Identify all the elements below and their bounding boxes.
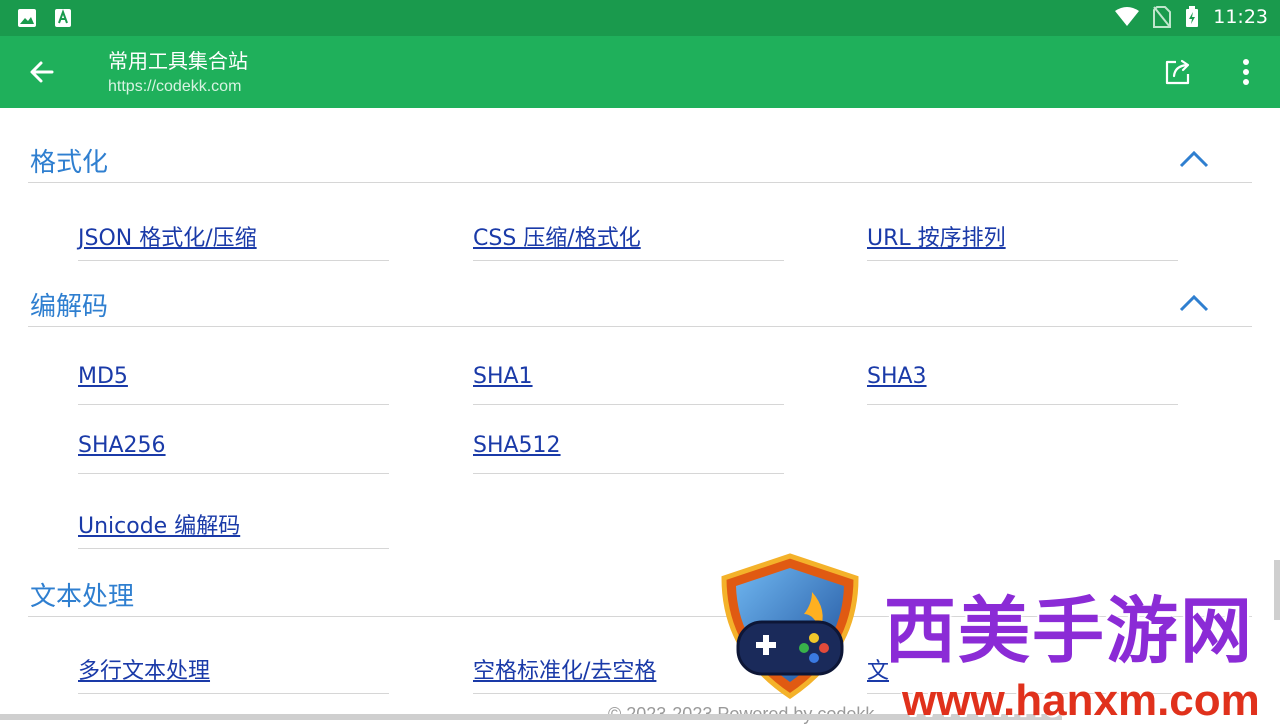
back-button[interactable] (20, 50, 64, 94)
tool-link[interactable]: 多行文本处理 (78, 631, 389, 694)
tool-link[interactable]: SHA1 (473, 342, 784, 405)
tool-link[interactable]: MD5 (78, 342, 389, 405)
app-bar: 常用工具集合站 https://codekk.com (0, 36, 1280, 108)
tool-link[interactable]: Unicode 编解码 (78, 480, 389, 549)
watermark: 西美手游网 www.hanxm.com (716, 552, 1276, 725)
tool-link[interactable]: SHA3 (867, 342, 1178, 405)
tool-link[interactable]: URL 按序排列 (867, 198, 1178, 261)
arrow-left-icon (30, 61, 54, 83)
tool-link[interactable]: JSON 格式化/压缩 (78, 198, 389, 261)
chevron-up-icon[interactable] (1178, 148, 1210, 170)
section-title: 文本处理 (30, 582, 135, 612)
share-icon (1165, 59, 1190, 85)
section-title: 编解码 (30, 292, 109, 322)
status-bar: 11:23 (0, 0, 1280, 36)
tool-link[interactable]: SHA512 (473, 411, 784, 474)
clock: 11:23 (1213, 6, 1268, 28)
section-title: 格式化 (30, 148, 109, 178)
game-shield-logo-icon (721, 553, 859, 700)
tool-link[interactable]: CSS 压缩/格式化 (473, 198, 784, 261)
page-title: 常用工具集合站 (108, 49, 248, 73)
tool-link[interactable]: SHA256 (78, 411, 389, 474)
section-header-format[interactable]: 格式化 (28, 134, 1252, 183)
image-icon (18, 9, 36, 27)
share-button[interactable] (1156, 50, 1200, 94)
watermark-url: www.hanxm.com (902, 676, 1260, 725)
section-header-encode[interactable]: 编解码 (28, 278, 1252, 327)
chevron-up-icon[interactable] (1178, 292, 1210, 314)
battery-charging-icon (1186, 6, 1199, 27)
font-a-icon (55, 9, 71, 27)
wifi-icon (1115, 7, 1140, 26)
no-sim-icon (1153, 6, 1172, 28)
watermark-title: 西美手游网 (884, 589, 1255, 673)
more-vert-icon (1243, 59, 1249, 85)
overflow-menu-button[interactable] (1230, 50, 1262, 94)
page-url: https://codekk.com (108, 78, 242, 95)
